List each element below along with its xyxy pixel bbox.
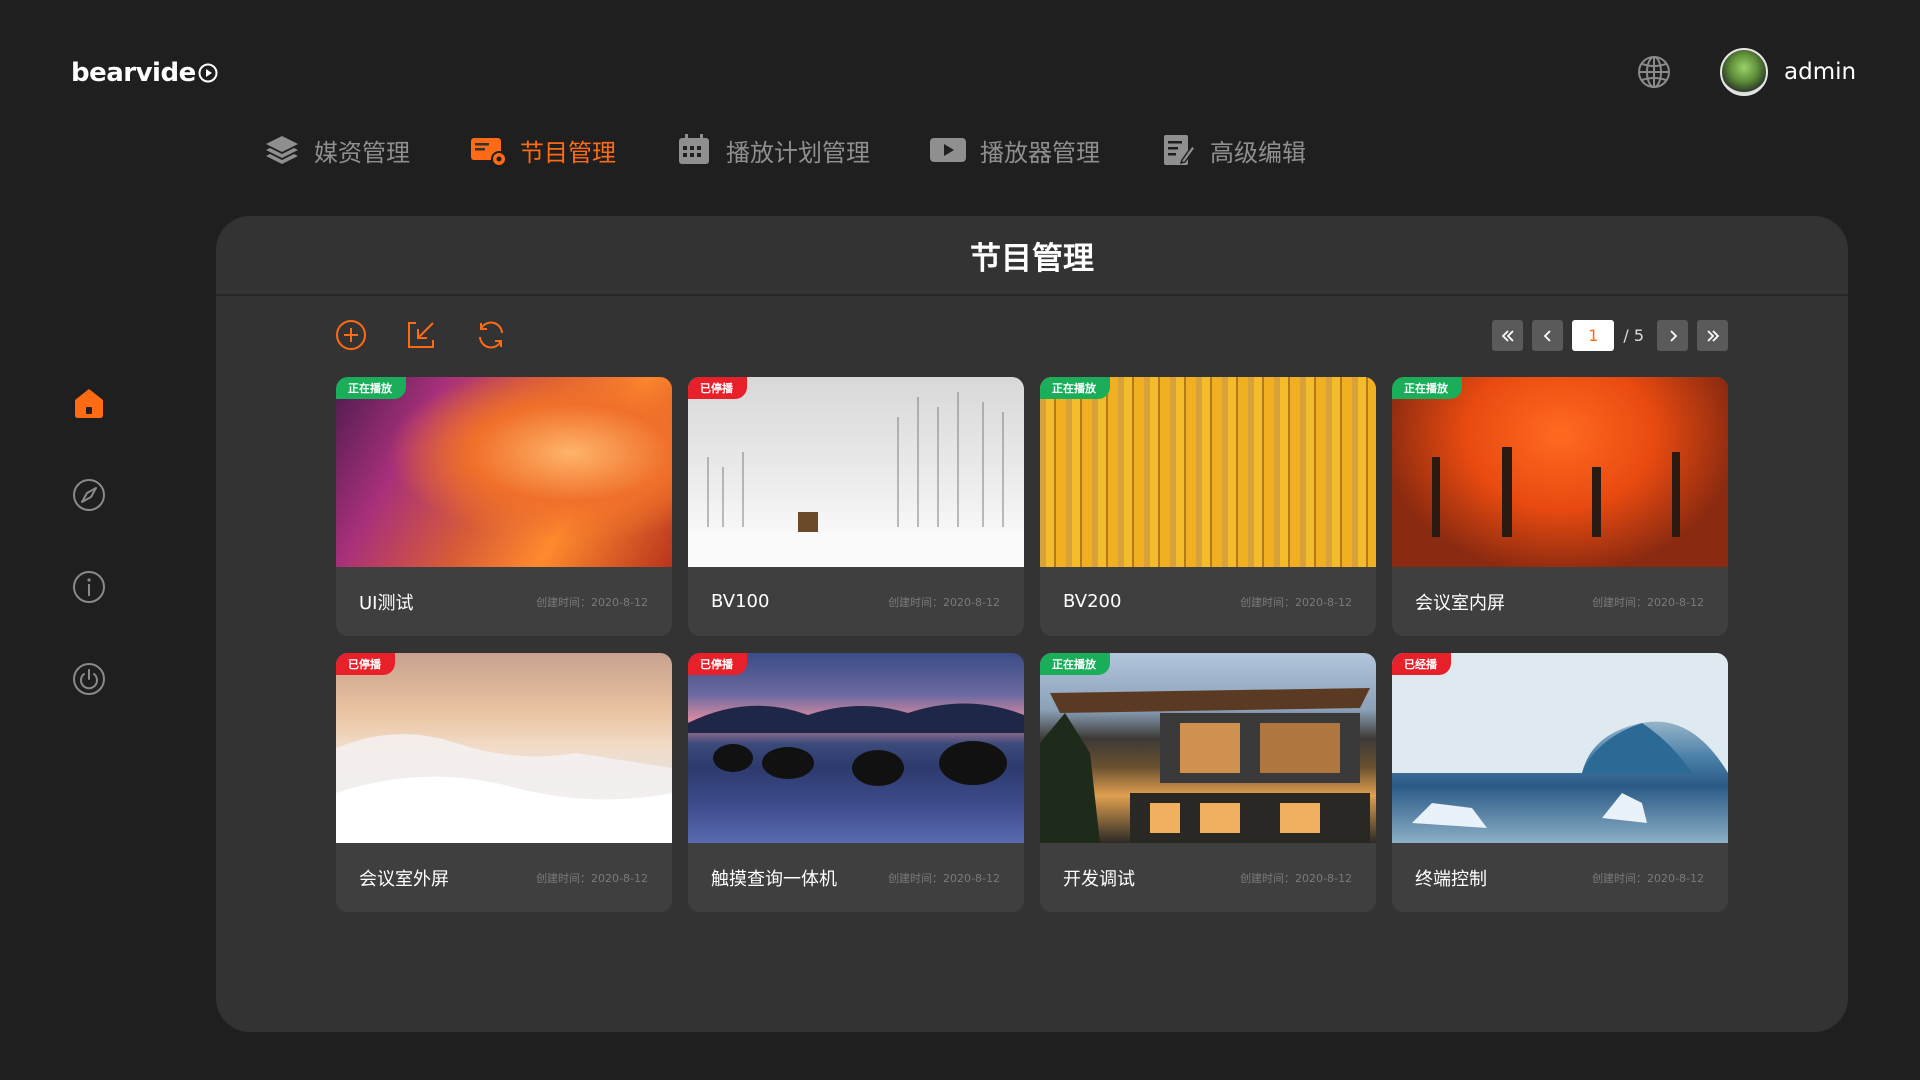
play-circle-icon [198,63,218,83]
toolbar [334,318,508,352]
add-icon[interactable] [334,318,368,352]
info-icon [73,571,105,603]
program-card[interactable]: 已经播 终端控制 创建时间：2020-8-12 [1392,653,1728,912]
program-name: 会议室外屏 [359,868,449,890]
player-icon [930,138,966,162]
user-menu[interactable]: admin [1720,48,1856,96]
edit-doc-icon [1164,135,1197,165]
program-thumbnail: 已停播 [688,653,1024,843]
status-badge: 正在播放 [1392,377,1462,399]
sidebar-item-explore[interactable] [70,476,108,514]
lake-rocks-shape [688,703,1024,786]
created-date: 创建时间：2020-8-12 [536,871,648,885]
program-grid: 正在播放 UI测试 创建时间：2020-8-12 已停播 BV100 创建时间：… [336,377,1728,912]
program-name: UI测试 [359,592,414,614]
house-shape [1040,688,1370,843]
snow-dunes-shape [336,734,672,843]
double-chevron-right-icon [1706,329,1719,342]
sidebar-item-home[interactable] [70,384,108,422]
program-card[interactable]: 正在播放 开发调试 创建时间：2020-8-12 [1040,653,1376,912]
nav-item-schedule[interactable]: 播放计划管理 [674,130,870,170]
program-thumbnail: 正在播放 [1392,377,1728,567]
program-card[interactable]: 正在播放 BV200 创建时间：2020-8-12 [1040,377,1376,636]
top-nav: 媒资管理 节目管理 播放计划管理 播放器管理 高级编辑 [262,130,1364,170]
created-date: 创建时间：2020-8-12 [1240,871,1352,885]
program-name: 会议室内屏 [1415,592,1505,614]
status-badge: 已停播 [688,653,747,675]
nav-item-label: 节目管理 [520,138,616,167]
refresh-icon[interactable] [474,318,508,352]
globe-icon[interactable] [1636,54,1672,90]
iceberg-shape [1392,653,1728,828]
program-thumbnail: 正在播放 [1040,377,1376,567]
page-title: 节目管理 [216,216,1848,296]
program-name: 终端控制 [1415,868,1487,890]
next-page-button[interactable] [1657,320,1688,351]
program-card[interactable]: 已停播 会议室外屏 创建时间：2020-8-12 [336,653,672,912]
import-icon[interactable] [404,318,438,352]
user-name: admin [1784,59,1857,85]
program-name: 开发调试 [1063,868,1135,890]
program-panel: 节目管理 / 5 [216,216,1848,1032]
first-page-button[interactable] [1492,320,1524,351]
program-card[interactable]: 正在播放 会议室内屏 创建时间：2020-8-12 [1392,377,1728,636]
avatar[interactable] [1720,48,1768,96]
program-thumbnail: 已经播 [1392,653,1728,843]
left-sidebar [70,384,108,698]
layers-icon [266,136,298,164]
calendar-icon [679,134,709,164]
program-thumbnail: 已停播 [688,377,1024,567]
status-badge: 已停播 [688,377,747,399]
power-icon [73,663,105,695]
nav-item-label: 媒资管理 [314,138,410,167]
created-date: 创建时间：2020-8-12 [536,595,648,609]
page-total: / 5 [1623,326,1644,345]
autumn-trees-shape [1432,447,1680,537]
program-thumbnail: 正在播放 [336,377,672,567]
status-badge: 已经播 [1392,653,1451,675]
home-icon [75,389,103,418]
created-date: 创建时间：2020-8-12 [1240,595,1352,609]
last-page-button[interactable] [1697,320,1728,351]
logo-text: bearvide [71,58,196,88]
double-chevron-left-icon [1501,329,1514,342]
nav-item-advanced-edit[interactable]: 高级编辑 [1158,130,1306,170]
created-date: 创建时间：2020-8-12 [1592,871,1704,885]
status-badge: 正在播放 [1040,653,1110,675]
status-badge: 正在播放 [1040,377,1110,399]
program-card[interactable]: 正在播放 UI测试 创建时间：2020-8-12 [336,377,672,636]
program-card[interactable]: 已停播 BV100 创建时间：2020-8-12 [688,377,1024,636]
program-name: 触摸查询一体机 [711,868,837,890]
nav-item-label: 播放器管理 [980,138,1100,167]
program-card[interactable]: 已停播 触摸查询一体机 创建时间：2020-8-12 [688,653,1024,912]
sidebar-item-logout[interactable] [70,660,108,698]
status-badge: 已停播 [336,653,395,675]
nav-item-label: 高级编辑 [1210,138,1306,167]
chevron-left-icon [1543,329,1551,342]
sidebar-item-info[interactable] [70,568,108,606]
nav-item-label: 播放计划管理 [726,138,870,167]
snow-scene-shape [688,392,1024,567]
created-date: 创建时间：2020-8-12 [888,595,1000,609]
nav-item-media[interactable]: 媒资管理 [262,130,410,170]
status-badge: 正在播放 [336,377,406,399]
program-name: BV200 [1063,591,1122,612]
nav-item-program[interactable]: 节目管理 [468,130,616,170]
prev-page-button[interactable] [1532,320,1564,351]
program-thumbnail: 正在播放 [1040,653,1376,843]
page-number-input[interactable] [1572,320,1615,351]
program-icon [471,138,507,167]
compass-icon [73,479,105,511]
pagination: / 5 [1492,320,1728,351]
nav-item-player[interactable]: 播放器管理 [928,130,1100,170]
created-date: 创建时间：2020-8-12 [1592,595,1704,609]
program-name: BV100 [711,591,770,612]
created-date: 创建时间：2020-8-12 [888,871,1000,885]
logo: bearvide [71,58,218,88]
chevron-right-icon [1669,329,1677,342]
program-thumbnail: 已停播 [336,653,672,843]
